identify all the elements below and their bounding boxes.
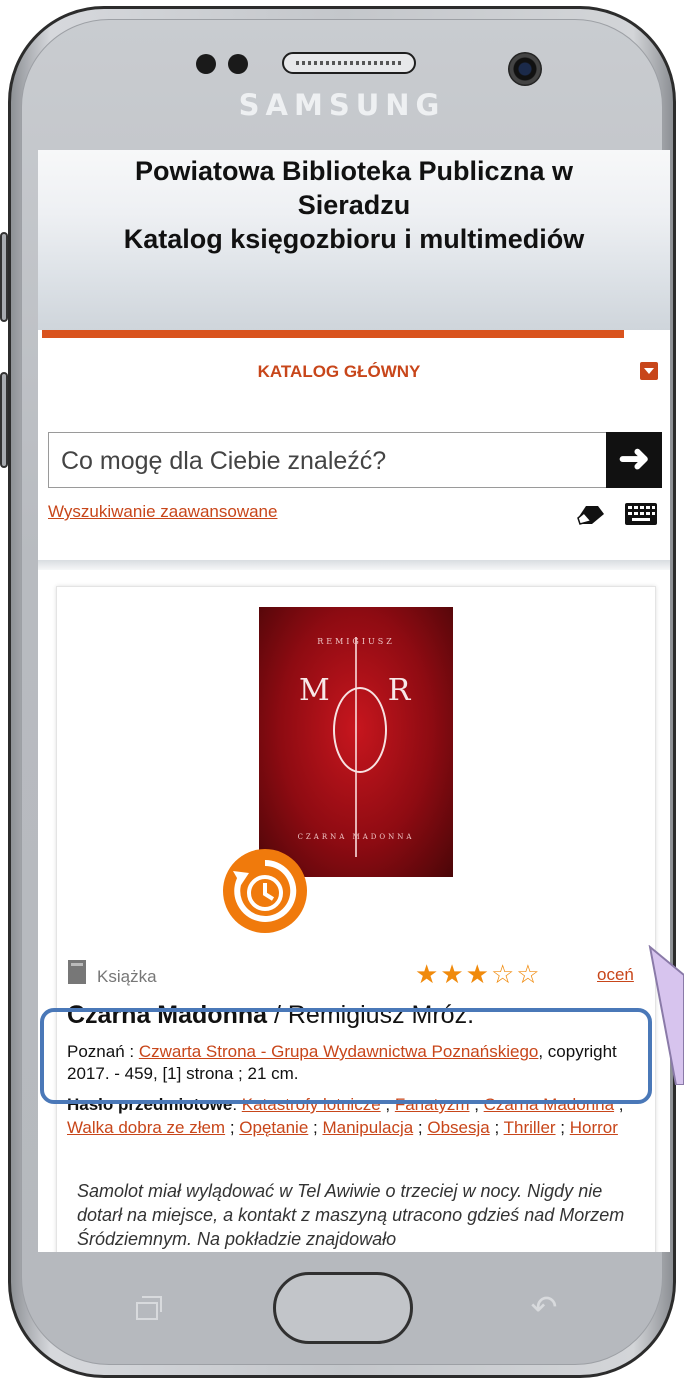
catalog-selector[interactable]: KATALOG GŁÓWNY [38, 346, 670, 396]
history-clock-icon[interactable] [223, 849, 307, 933]
front-camera [508, 52, 542, 86]
subject-link[interactable]: Horror [570, 1118, 618, 1137]
cover-author: REMIGIUSZ [317, 637, 395, 646]
star-empty-icon[interactable]: ☆ [516, 959, 541, 989]
star-rating[interactable]: ★★★☆☆ [415, 959, 542, 990]
cover-title: MRZ [259, 673, 453, 708]
volume-button-lower [0, 372, 8, 468]
star-filled-icon[interactable]: ★ [466, 959, 491, 989]
volume-button [0, 232, 8, 322]
advanced-search-link[interactable]: Wyszukiwanie zaawansowane [48, 502, 277, 522]
material-type: Książka [97, 967, 157, 986]
dropdown-arrow-icon[interactable] [640, 362, 658, 380]
section-divider [38, 560, 670, 570]
brand-logo: SAMSUNG [238, 88, 446, 122]
page-header: Powiatowa Biblioteka Publiczna w Sieradz… [38, 150, 670, 330]
cover-title-left: MR [299, 673, 453, 708]
recent-apps-icon[interactable] [136, 1296, 164, 1320]
sensor-dot [228, 54, 248, 74]
home-button[interactable] [273, 1272, 413, 1344]
subject-link[interactable]: Manipulacja [322, 1118, 413, 1137]
search-submit-button[interactable]: ➜ [606, 432, 662, 488]
keyboard-icon[interactable] [624, 502, 658, 526]
search-input[interactable] [59, 441, 603, 481]
star-filled-icon[interactable]: ★ [440, 959, 465, 989]
subject-link[interactable]: Thriller [504, 1118, 556, 1137]
catalog-label: KATALOG GŁÓWNY [257, 362, 421, 381]
rate-link[interactable]: oceń [597, 965, 634, 985]
earpiece-speaker [282, 52, 416, 74]
subject-link[interactable]: Obsesja [427, 1118, 489, 1137]
cover-subtitle: CZARNA MADONNA [297, 833, 415, 841]
callout-pointer [648, 945, 684, 1085]
accent-bar [42, 330, 624, 338]
subject-link[interactable]: Opętanie [239, 1118, 308, 1137]
record-meta-row: Książka ★★★☆☆ oceń [65, 959, 645, 990]
star-filled-icon[interactable]: ★ [415, 959, 440, 989]
eraser-icon[interactable] [576, 504, 606, 526]
search-box [48, 432, 608, 488]
highlight-frame [40, 1008, 652, 1104]
back-icon[interactable]: ↶ [522, 1290, 566, 1324]
page-title: Powiatowa Biblioteka Publiczna w Sieradz… [78, 154, 630, 256]
subject-link[interactable]: Walka dobra ze złem [67, 1118, 225, 1137]
record-summary: Samolot miał wylądować w Tel Awiwie o tr… [77, 1181, 625, 1249]
sensor-dot [196, 54, 216, 74]
arrow-right-icon: ➜ [618, 438, 650, 480]
library-name: Powiatowa Biblioteka Publiczna w Sieradz… [134, 156, 574, 220]
record-card: REMIGIUSZ MRZ CZARNA MADONNA Książka ★★★… [56, 586, 656, 1252]
star-empty-icon[interactable]: ☆ [491, 959, 516, 989]
catalog-name: Katalog księgozbioru i multimediów [123, 224, 585, 254]
book-cover[interactable]: REMIGIUSZ MRZ CZARNA MADONNA [259, 607, 453, 877]
book-icon [68, 960, 86, 984]
